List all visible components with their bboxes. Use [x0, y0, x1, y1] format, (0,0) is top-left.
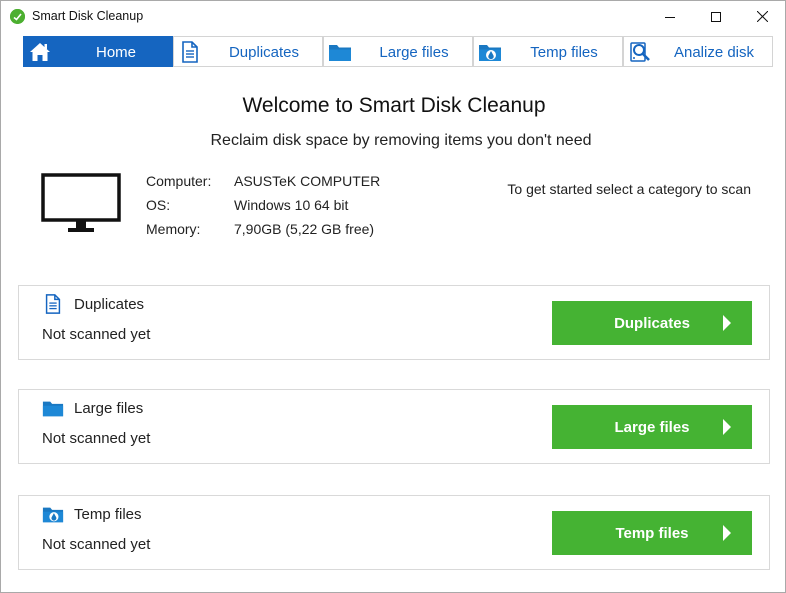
duplicates-card: Duplicates Not scanned yet Duplicates: [18, 285, 770, 360]
tab-analize-disk[interactable]: Analize disk: [623, 36, 773, 67]
close-button[interactable]: [739, 1, 785, 32]
maximize-button[interactable]: [693, 1, 739, 32]
minimize-button[interactable]: [647, 1, 693, 32]
arrow-right-icon: [723, 419, 731, 435]
computer-label: Computer:: [146, 173, 212, 189]
os-label: OS:: [146, 197, 171, 213]
get-started-hint: To get started select a category to scan: [507, 181, 751, 197]
maximize-icon: [711, 11, 721, 22]
scan-temp-files-button[interactable]: Temp files: [552, 511, 752, 555]
memory-label: Memory:: [146, 221, 201, 237]
tab-duplicates[interactable]: Duplicates: [173, 36, 323, 67]
arrow-right-icon: [723, 525, 731, 541]
tab-duplicates-label: Duplicates: [228, 44, 300, 61]
minimize-icon: [665, 16, 675, 18]
tab-analize-disk-label: Analize disk: [673, 44, 755, 61]
temp-files-card: Temp files Not scanned yet Temp files: [18, 495, 770, 570]
close-icon: [756, 11, 768, 22]
scan-status: Not scanned yet: [42, 536, 151, 553]
tab-large-files-label: Large files: [379, 44, 449, 61]
scan-duplicates-button[interactable]: Duplicates: [552, 301, 752, 345]
temp-folder-icon: [42, 507, 64, 523]
document-icon: [182, 41, 198, 63]
home-icon: [30, 43, 50, 61]
card-title: Temp files: [74, 506, 142, 523]
tab-large-files[interactable]: Large files: [323, 36, 473, 67]
app-window: Smart Disk Cleanup Home Duplicates Large…: [0, 0, 786, 593]
os-value: Windows 10 64 bit: [234, 197, 349, 213]
title-bar: Smart Disk Cleanup: [1, 1, 785, 32]
folder-icon: [329, 45, 351, 61]
tab-bar: Home Duplicates Large files Temp files A…: [23, 36, 773, 67]
window-title: Smart Disk Cleanup: [32, 9, 144, 23]
tab-temp-files-label: Temp files: [530, 44, 598, 61]
scan-status: Not scanned yet: [42, 430, 151, 447]
tab-home[interactable]: Home: [23, 36, 173, 67]
tab-temp-files[interactable]: Temp files: [473, 36, 623, 67]
card-title: Duplicates: [74, 296, 145, 313]
folder-icon: [42, 401, 64, 417]
monitor-icon: [41, 173, 121, 232]
page-subtitle: Reclaim disk space by removing items you…: [210, 132, 592, 149]
document-icon: [45, 294, 61, 314]
scan-status: Not scanned yet: [42, 326, 151, 343]
tab-home-label: Home: [95, 44, 136, 61]
disk-magnifier-icon: [630, 42, 650, 62]
app-logo-icon: [10, 9, 25, 24]
scan-large-files-button[interactable]: Large files: [552, 405, 752, 449]
arrow-right-icon: [723, 315, 731, 331]
computer-value: ASUSTeK COMPUTER: [234, 173, 381, 189]
memory-value: 7,90GB (5,22 GB free): [234, 221, 375, 237]
large-files-card: Large files Not scanned yet Large files: [18, 389, 770, 464]
card-title: Large files: [74, 400, 144, 417]
temp-folder-icon: [479, 45, 501, 61]
page-title: Welcome to Smart Disk Cleanup: [242, 94, 546, 117]
